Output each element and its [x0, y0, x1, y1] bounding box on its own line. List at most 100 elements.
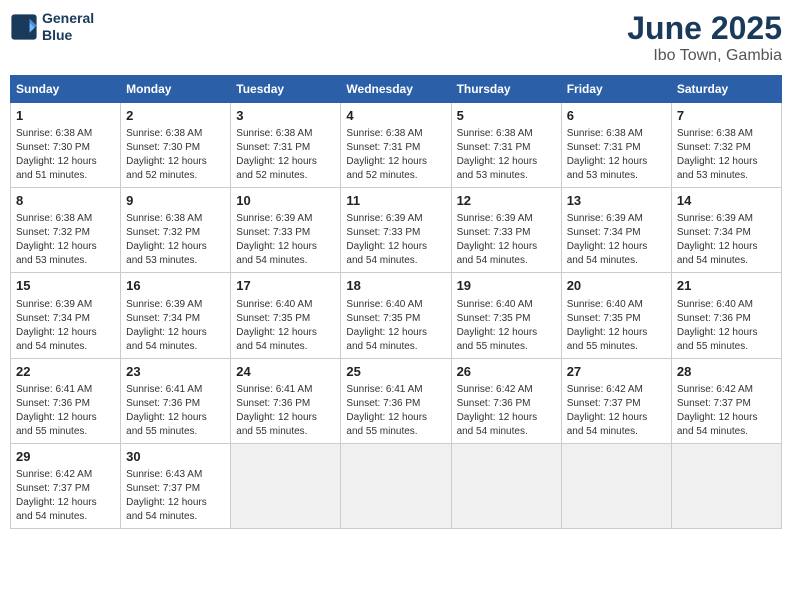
- calendar-day-cell: 17 Sunrise: 6:40 AM Sunset: 7:35 PM Dayli…: [231, 273, 341, 358]
- day-info: Sunrise: 6:39 AM Sunset: 7:33 PM Dayligh…: [236, 212, 335, 268]
- calendar-header-cell: Wednesday: [341, 76, 451, 103]
- day-number: 30: [126, 448, 225, 466]
- day-info: Sunrise: 6:38 AM Sunset: 7:31 PM Dayligh…: [236, 127, 335, 183]
- logo-icon: [10, 13, 38, 41]
- calendar-day-cell: [671, 443, 781, 528]
- location-title: Ibo Town, Gambia: [627, 47, 782, 65]
- calendar-week-row: 22 Sunrise: 6:41 AM Sunset: 7:36 PM Dayli…: [11, 358, 782, 443]
- calendar-day-cell: 5 Sunrise: 6:38 AM Sunset: 7:31 PM Daylig…: [451, 103, 561, 188]
- calendar-day-cell: 22 Sunrise: 6:41 AM Sunset: 7:36 PM Dayli…: [11, 358, 121, 443]
- day-number: 22: [16, 363, 115, 381]
- calendar-header-cell: Friday: [561, 76, 671, 103]
- calendar-header-cell: Saturday: [671, 76, 781, 103]
- day-info: Sunrise: 6:38 AM Sunset: 7:30 PM Dayligh…: [16, 127, 115, 183]
- day-info: Sunrise: 6:42 AM Sunset: 7:36 PM Dayligh…: [457, 383, 556, 439]
- day-number: 14: [677, 192, 776, 210]
- day-info: Sunrise: 6:42 AM Sunset: 7:37 PM Dayligh…: [16, 468, 115, 524]
- calendar-week-row: 15 Sunrise: 6:39 AM Sunset: 7:34 PM Dayli…: [11, 273, 782, 358]
- calendar-header-row: SundayMondayTuesdayWednesdayThursdayFrid…: [11, 76, 782, 103]
- day-info: Sunrise: 6:39 AM Sunset: 7:33 PM Dayligh…: [457, 212, 556, 268]
- day-info: Sunrise: 6:41 AM Sunset: 7:36 PM Dayligh…: [16, 383, 115, 439]
- day-number: 2: [126, 107, 225, 125]
- day-number: 8: [16, 192, 115, 210]
- month-title: June 2025: [627, 10, 782, 47]
- day-number: 20: [567, 277, 666, 295]
- day-number: 15: [16, 277, 115, 295]
- calendar-day-cell: 13Sunrise: 6:39 AM Sunset: 7:34 PM Dayli…: [561, 188, 671, 273]
- calendar-day-cell: 15 Sunrise: 6:39 AM Sunset: 7:34 PM Dayli…: [11, 273, 121, 358]
- calendar-day-cell: 2 Sunrise: 6:38 AM Sunset: 7:30 PM Daylig…: [121, 103, 231, 188]
- day-number: 24: [236, 363, 335, 381]
- day-info: Sunrise: 6:38 AM Sunset: 7:32 PM Dayligh…: [126, 212, 225, 268]
- day-info: Sunrise: 6:40 AM Sunset: 7:35 PM Dayligh…: [236, 298, 335, 354]
- calendar-day-cell: 24 Sunrise: 6:41 AM Sunset: 7:36 PM Dayli…: [231, 358, 341, 443]
- calendar-day-cell: [231, 443, 341, 528]
- day-number: 25: [346, 363, 445, 381]
- calendar-table: SundayMondayTuesdayWednesdayThursdayFrid…: [10, 75, 782, 529]
- day-number: 1: [16, 107, 115, 125]
- calendar-day-cell: 29Sunrise: 6:42 AM Sunset: 7:37 PM Dayli…: [11, 443, 121, 528]
- day-number: 9: [126, 192, 225, 210]
- logo-text: General Blue: [42, 10, 94, 44]
- calendar-header-cell: Tuesday: [231, 76, 341, 103]
- calendar-day-cell: 20 Sunrise: 6:40 AM Sunset: 7:35 PM Dayli…: [561, 273, 671, 358]
- calendar-day-cell: 28 Sunrise: 6:42 AM Sunset: 7:37 PM Dayli…: [671, 358, 781, 443]
- day-number: 19: [457, 277, 556, 295]
- calendar-day-cell: 12 Sunrise: 6:39 AM Sunset: 7:33 PM Dayli…: [451, 188, 561, 273]
- day-info: Sunrise: 6:39 AM Sunset: 7:34 PM Dayligh…: [16, 298, 115, 354]
- day-info: Sunrise: 6:41 AM Sunset: 7:36 PM Dayligh…: [126, 383, 225, 439]
- day-info: Sunrise: 6:41 AM Sunset: 7:36 PM Dayligh…: [346, 383, 445, 439]
- day-info: Sunrise: 6:40 AM Sunset: 7:35 PM Dayligh…: [567, 298, 666, 354]
- logo: General Blue: [10, 10, 94, 44]
- day-number: 12: [457, 192, 556, 210]
- calendar-day-cell: 23 Sunrise: 6:41 AM Sunset: 7:36 PM Dayli…: [121, 358, 231, 443]
- day-number: 21: [677, 277, 776, 295]
- calendar-body: 1 Sunrise: 6:38 AM Sunset: 7:30 PM Daylig…: [11, 103, 782, 529]
- day-info: Sunrise: 6:39 AM Sunset: 7:34 PM Dayligh…: [126, 298, 225, 354]
- calendar-header-cell: Monday: [121, 76, 231, 103]
- day-number: 11: [346, 192, 445, 210]
- day-info: Sunrise: 6:42 AM Sunset: 7:37 PM Dayligh…: [677, 383, 776, 439]
- day-info: Sunrise: 6:40 AM Sunset: 7:35 PM Dayligh…: [346, 298, 445, 354]
- calendar-day-cell: 21Sunrise: 6:40 AM Sunset: 7:36 PM Dayli…: [671, 273, 781, 358]
- calendar-day-cell: 10 Sunrise: 6:39 AM Sunset: 7:33 PM Dayli…: [231, 188, 341, 273]
- calendar-day-cell: 7 Sunrise: 6:38 AM Sunset: 7:32 PM Daylig…: [671, 103, 781, 188]
- day-number: 23: [126, 363, 225, 381]
- calendar-day-cell: [561, 443, 671, 528]
- day-number: 27: [567, 363, 666, 381]
- calendar-week-row: 8 Sunrise: 6:38 AM Sunset: 7:32 PM Daylig…: [11, 188, 782, 273]
- day-info: Sunrise: 6:39 AM Sunset: 7:34 PM Dayligh…: [677, 212, 776, 268]
- calendar-day-cell: 25 Sunrise: 6:41 AM Sunset: 7:36 PM Dayli…: [341, 358, 451, 443]
- calendar-day-cell: 4Sunrise: 6:38 AM Sunset: 7:31 PM Daylig…: [341, 103, 451, 188]
- day-info: Sunrise: 6:43 AM Sunset: 7:37 PM Dayligh…: [126, 468, 225, 524]
- calendar-day-cell: 16 Sunrise: 6:39 AM Sunset: 7:34 PM Dayli…: [121, 273, 231, 358]
- day-number: 10: [236, 192, 335, 210]
- day-info: Sunrise: 6:38 AM Sunset: 7:32 PM Dayligh…: [677, 127, 776, 183]
- day-number: 7: [677, 107, 776, 125]
- day-number: 26: [457, 363, 556, 381]
- day-info: Sunrise: 6:38 AM Sunset: 7:31 PM Dayligh…: [457, 127, 556, 183]
- day-number: 17: [236, 277, 335, 295]
- title-block: June 2025 Ibo Town, Gambia: [627, 10, 782, 65]
- day-info: Sunrise: 6:39 AM Sunset: 7:34 PM Dayligh…: [567, 212, 666, 268]
- day-number: 28: [677, 363, 776, 381]
- day-info: Sunrise: 6:41 AM Sunset: 7:36 PM Dayligh…: [236, 383, 335, 439]
- day-info: Sunrise: 6:38 AM Sunset: 7:30 PM Dayligh…: [126, 127, 225, 183]
- day-number: 16: [126, 277, 225, 295]
- day-number: 18: [346, 277, 445, 295]
- calendar-day-cell: 26 Sunrise: 6:42 AM Sunset: 7:36 PM Dayli…: [451, 358, 561, 443]
- calendar-week-row: 29Sunrise: 6:42 AM Sunset: 7:37 PM Dayli…: [11, 443, 782, 528]
- calendar-day-cell: 3 Sunrise: 6:38 AM Sunset: 7:31 PM Daylig…: [231, 103, 341, 188]
- calendar-day-cell: 9 Sunrise: 6:38 AM Sunset: 7:32 PM Daylig…: [121, 188, 231, 273]
- day-info: Sunrise: 6:38 AM Sunset: 7:31 PM Dayligh…: [346, 127, 445, 183]
- calendar-day-cell: 30 Sunrise: 6:43 AM Sunset: 7:37 PM Dayli…: [121, 443, 231, 528]
- day-info: Sunrise: 6:38 AM Sunset: 7:31 PM Dayligh…: [567, 127, 666, 183]
- calendar-day-cell: [341, 443, 451, 528]
- calendar-day-cell: 19Sunrise: 6:40 AM Sunset: 7:35 PM Dayli…: [451, 273, 561, 358]
- day-number: 5: [457, 107, 556, 125]
- calendar-day-cell: 14 Sunrise: 6:39 AM Sunset: 7:34 PM Dayli…: [671, 188, 781, 273]
- day-info: Sunrise: 6:39 AM Sunset: 7:33 PM Dayligh…: [346, 212, 445, 268]
- day-info: Sunrise: 6:42 AM Sunset: 7:37 PM Dayligh…: [567, 383, 666, 439]
- day-number: 3: [236, 107, 335, 125]
- calendar-header-cell: Thursday: [451, 76, 561, 103]
